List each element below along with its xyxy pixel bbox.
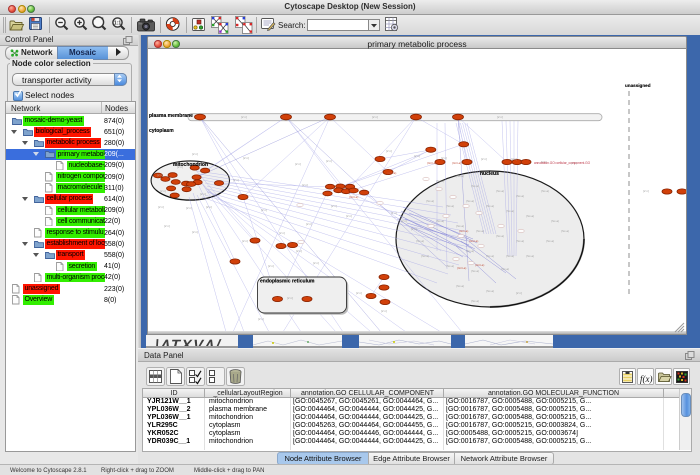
svg-text:(Sc-a): (Sc-a): [496, 234, 504, 238]
svg-text:(GO-a): (GO-a): [469, 239, 478, 243]
svg-text:nucleus: nucleus: [480, 171, 499, 177]
svg-text:(Sc-a): (Sc-a): [486, 204, 494, 208]
svg-text:[2 n]: [2 n]: [356, 291, 362, 295]
svg-text:(Sc-a): (Sc-a): [471, 184, 479, 188]
svg-text:(GO-a): (GO-a): [427, 161, 436, 165]
svg-text:Search:: Search:: [278, 21, 306, 30]
svg-text:[2 n]: [2 n]: [372, 115, 378, 119]
svg-text:(Sc-a): (Sc-a): [486, 254, 494, 258]
svg-text:(Sc-a): (Sc-a): [471, 299, 479, 303]
svg-text:[2 n]: [2 n]: [158, 205, 164, 209]
svg-text:[2 n]: [2 n]: [386, 149, 392, 153]
svg-text:[2 n]: [2 n]: [511, 157, 517, 161]
svg-text:[2 n]: [2 n]: [643, 189, 649, 193]
svg-text:(Sc-a): (Sc-a): [516, 194, 524, 198]
svg-text:(Sc-a): (Sc-a): [496, 189, 504, 193]
svg-text:[2 n]: [2 n]: [306, 222, 312, 226]
svg-text:(Sc-a): (Sc-a): [426, 199, 434, 203]
svg-text:[1 n]: [1 n]: [411, 227, 417, 231]
svg-text:[2 n]: [2 n]: [243, 156, 249, 160]
svg-text:(Sc-a): (Sc-a): [456, 284, 464, 288]
svg-text:(Sc-a): (Sc-a): [416, 239, 424, 243]
svg-text:endoplasmic reticulum: endoplasmic reticulum: [260, 279, 315, 285]
svg-text:[2 n]: [2 n]: [346, 214, 352, 218]
svg-text:(Sc-a): (Sc-a): [486, 289, 494, 293]
svg-text:(Sc-a): (Sc-a): [501, 267, 509, 271]
svg-text:[2 n]: [2 n]: [192, 152, 198, 156]
svg-text:(GO-a): (GO-a): [387, 171, 396, 175]
svg-text:[2 n]: [2 n]: [497, 115, 503, 119]
svg-text:[2 n]: [2 n]: [414, 154, 420, 158]
svg-text:(Sc-a): (Sc-a): [561, 229, 569, 233]
svg-text:[2 n]: [2 n]: [261, 208, 267, 212]
svg-text:[2 n]: [2 n]: [441, 156, 447, 160]
svg-text:[2 n]: [2 n]: [241, 115, 247, 119]
svg-text:(Sc-a): (Sc-a): [456, 224, 464, 228]
svg-text:[2 n]: [2 n]: [313, 261, 319, 265]
svg-text:(Sc-a): (Sc-a): [516, 239, 524, 243]
svg-text:(Sc-a): (Sc-a): [546, 239, 554, 243]
svg-text:annotation.GO=cellular_compone: annotation.GO=cellular_component.GO: [534, 161, 591, 165]
svg-text:[2 n]: [2 n]: [200, 192, 206, 196]
svg-text:[2 n]: [2 n]: [233, 178, 239, 182]
svg-text:(Sc-a): (Sc-a): [476, 229, 484, 233]
svg-text:(Sc-a): (Sc-a): [471, 269, 479, 273]
svg-text:[2 n]: [2 n]: [302, 183, 308, 187]
svg-text:(Sc-a): (Sc-a): [526, 214, 534, 218]
svg-text:(Sc-a): (Sc-a): [436, 219, 444, 223]
svg-text:[2 n]: [2 n]: [177, 165, 183, 169]
svg-text:\ΛΤΧVΛ/: \ΛΤΧVΛ/: [153, 337, 224, 348]
svg-text:[2 n]: [2 n]: [206, 205, 212, 209]
svg-text:[2 n]: [2 n]: [279, 231, 285, 235]
svg-text:[1 n]: [1 n]: [391, 211, 397, 215]
svg-text:1:1: 1:1: [114, 21, 121, 27]
svg-text:(GO-a): (GO-a): [459, 229, 468, 233]
svg-text:[2 n]: [2 n]: [160, 189, 166, 193]
svg-text:(Sc-a): (Sc-a): [526, 254, 534, 258]
svg-text:(Sc-a): (Sc-a): [436, 179, 444, 183]
svg-text:[2 n]: [2 n]: [258, 317, 264, 321]
svg-text:(GO-a): (GO-a): [349, 195, 358, 199]
svg-text:f(x): f(x): [640, 374, 653, 384]
svg-text:(Sc-a): (Sc-a): [466, 249, 474, 253]
svg-text:(GO-a): (GO-a): [475, 263, 484, 267]
svg-text:[2 n]: [2 n]: [516, 291, 522, 295]
svg-text:(Sc-a): (Sc-a): [506, 254, 514, 258]
svg-text:plasma membrane: plasma membrane: [149, 113, 193, 119]
svg-text:[2 n]: [2 n]: [295, 162, 301, 166]
svg-text:[2 n]: [2 n]: [242, 239, 248, 243]
svg-text:(Sc-a): (Sc-a): [446, 204, 454, 208]
svg-text:[2 n]: [2 n]: [192, 230, 198, 234]
svg-text:cytoplasm: cytoplasm: [149, 128, 174, 134]
svg-text:(GO-a): (GO-a): [457, 266, 466, 270]
svg-text:[2 n]: [2 n]: [296, 249, 302, 253]
svg-text:[2 n]: [2 n]: [326, 159, 332, 163]
svg-text:[2 n]: [2 n]: [381, 309, 387, 313]
svg-text:[2 n]: [2 n]: [186, 206, 192, 210]
svg-text:(Sc-a): (Sc-a): [506, 209, 514, 213]
svg-text:(Sc-a): (Sc-a): [421, 254, 429, 258]
svg-text:[2 n]: [2 n]: [164, 224, 170, 228]
svg-text:(Sc-a): (Sc-a): [551, 219, 559, 223]
svg-text:unassigned: unassigned: [625, 83, 651, 88]
svg-text:[2 n]: [2 n]: [287, 296, 293, 300]
svg-text:[2 n]: [2 n]: [401, 219, 407, 223]
svg-text:(Sc-a): (Sc-a): [456, 174, 464, 178]
svg-text:(Sc-a): (Sc-a): [446, 264, 454, 268]
svg-text:[2 n]: [2 n]: [157, 173, 163, 177]
svg-text:[2 n]: [2 n]: [481, 157, 487, 161]
svg-text:[2 n]: [2 n]: [331, 204, 337, 208]
svg-text:[2 n]: [2 n]: [268, 264, 274, 268]
svg-text:(Sc-a): (Sc-a): [541, 189, 549, 193]
svg-text:(Sc-a): (Sc-a): [466, 199, 474, 203]
svg-text:(GO-a): (GO-a): [452, 161, 461, 165]
